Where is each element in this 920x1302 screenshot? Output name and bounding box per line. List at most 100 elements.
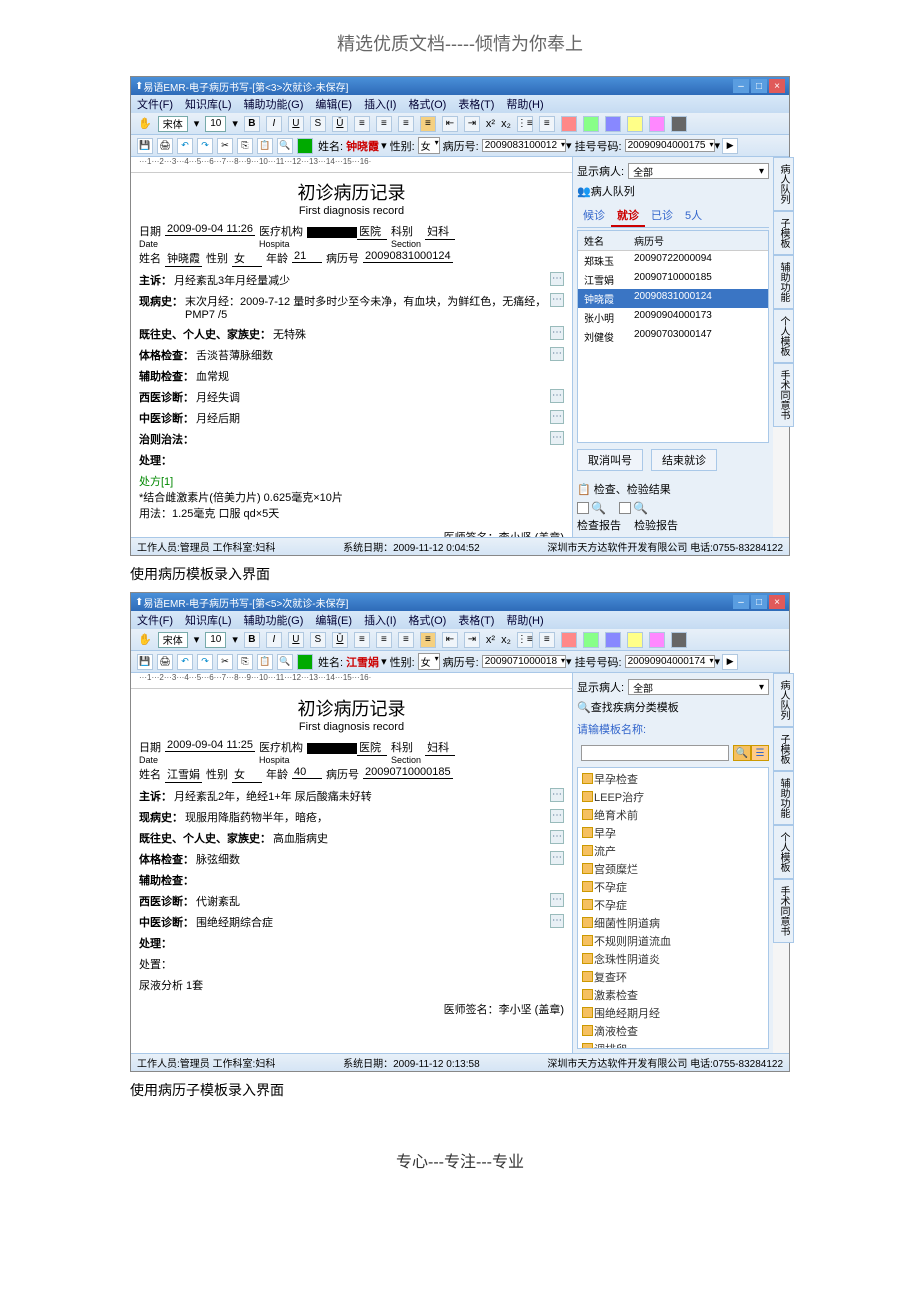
italic-button[interactable]: I: [266, 116, 282, 132]
menu-help[interactable]: 帮助(H): [500, 612, 549, 628]
expand-icon[interactable]: ⋯: [550, 293, 564, 307]
minimize-button[interactable]: –: [733, 79, 749, 93]
template-item[interactable]: 围绝经期月经: [580, 1004, 766, 1022]
cdx-v[interactable]: 月经后期: [194, 410, 550, 426]
list-item[interactable]: 钟晓霞20090831000124: [578, 289, 768, 308]
search-button[interactable]: 🔍: [733, 745, 751, 761]
underline2-button[interactable]: Ū: [332, 116, 348, 132]
menu-file[interactable]: 文件(F): [131, 612, 179, 628]
test-report[interactable]: 🔍: [619, 501, 648, 515]
font-size-select[interactable]: 10: [205, 116, 226, 132]
expand-icon[interactable]: ⋯: [550, 272, 564, 286]
c3[interactable]: [605, 632, 621, 648]
vtab-consent[interactable]: 手术同意书: [773, 879, 794, 943]
template-item[interactable]: 念珠性阴道炎: [580, 950, 766, 968]
list1-button[interactable]: ⋮≡: [517, 116, 533, 132]
expand-icon[interactable]: ⋯: [550, 389, 564, 403]
align-left-button[interactable]: ≡: [354, 116, 370, 132]
vtab-queue[interactable]: 病人队列: [773, 673, 794, 727]
c5[interactable]: [649, 632, 665, 648]
hand-icon[interactable]: ✋: [138, 633, 152, 646]
bg-icon[interactable]: [297, 654, 313, 670]
menu-help[interactable]: 帮助(H): [500, 96, 549, 112]
bg-icon[interactable]: [297, 138, 313, 154]
find-icon[interactable]: 🔍: [277, 654, 293, 670]
check-report[interactable]: 🔍: [577, 501, 606, 515]
align-left-button[interactable]: ≡: [354, 632, 370, 648]
menu-format[interactable]: 格式(O): [402, 96, 452, 112]
italic-button[interactable]: I: [266, 632, 282, 648]
vtab-queue[interactable]: 病人队列: [773, 157, 794, 211]
go-icon[interactable]: ▶: [722, 138, 738, 154]
sex-value[interactable]: 女: [418, 653, 440, 670]
save-icon[interactable]: 💾: [137, 138, 153, 154]
c6[interactable]: [671, 632, 687, 648]
list2-button[interactable]: ≡: [539, 632, 555, 648]
super-button[interactable]: x²: [486, 634, 495, 646]
redo-icon[interactable]: ↷: [197, 138, 213, 154]
past-v[interactable]: 无特殊: [271, 326, 550, 342]
print-icon[interactable]: 🖨: [157, 654, 173, 670]
vtab-subtpl[interactable]: 子模板: [773, 211, 794, 255]
tree-button[interactable]: ☰: [751, 745, 769, 761]
recno-value[interactable]: 2009083100012: [482, 139, 566, 152]
list1-button[interactable]: ⋮≡: [517, 632, 533, 648]
chief-v[interactable]: 月经紊乱2年，绝经1+年 尿后酸痛未好转: [172, 788, 550, 804]
template-item[interactable]: 激素检查: [580, 986, 766, 1004]
list2-button[interactable]: ≡: [539, 116, 555, 132]
go-icon[interactable]: ▶: [722, 654, 738, 670]
list-item[interactable]: 张小明20090904000173: [578, 308, 768, 327]
template-item[interactable]: 不孕症: [580, 878, 766, 896]
template-item[interactable]: 早孕检查: [580, 770, 766, 788]
color3-button[interactable]: [605, 116, 621, 132]
expand-icon[interactable]: ⋯: [550, 326, 564, 340]
color6-button[interactable]: [671, 116, 687, 132]
vtab-aux[interactable]: 辅助功能: [773, 255, 794, 309]
undo-icon[interactable]: ↶: [177, 138, 193, 154]
document[interactable]: 初诊病历记录 First diagnosis record 日期Date 200…: [131, 689, 572, 1053]
list-item[interactable]: 江雪娟20090710000185: [578, 270, 768, 289]
menu-edit[interactable]: 编辑(E): [309, 96, 358, 112]
minimize-button[interactable]: –: [733, 595, 749, 609]
paste-icon[interactable]: 📋: [257, 654, 273, 670]
redo-icon[interactable]: ↷: [197, 654, 213, 670]
template-item[interactable]: 不规则阴道流血: [580, 932, 766, 950]
expand-icon[interactable]: ⋯: [550, 851, 564, 865]
tab-seeing[interactable]: 就诊: [611, 205, 645, 227]
template-item[interactable]: 不孕症: [580, 896, 766, 914]
maximize-button[interactable]: □: [751, 79, 767, 93]
template-item[interactable]: 宫颈糜烂: [580, 860, 766, 878]
c1[interactable]: [561, 632, 577, 648]
indent-right-button[interactable]: ⇥: [464, 632, 480, 648]
cancel-call-button[interactable]: 取消叫号: [577, 449, 643, 471]
chief-v[interactable]: 月经紊乱3年月经量减少: [172, 272, 550, 288]
expand-icon[interactable]: ⋯: [550, 410, 564, 424]
document[interactable]: 初诊病历记录 First diagnosis record 日期Date 200…: [131, 173, 572, 537]
menu-insert[interactable]: 插入(I): [358, 96, 402, 112]
template-item[interactable]: LEEP治疗: [580, 788, 766, 806]
font-family-select[interactable]: 宋体: [158, 116, 188, 132]
menu-format[interactable]: 格式(O): [402, 612, 452, 628]
list-item[interactable]: 刘健俊20090703000147: [578, 327, 768, 346]
vtab-personal[interactable]: 个人模板: [773, 825, 794, 879]
template-search-input[interactable]: [581, 745, 729, 761]
pe-v[interactable]: 脉弦细数: [194, 851, 550, 867]
underline2-button[interactable]: Ū: [332, 632, 348, 648]
save-icon[interactable]: 💾: [137, 654, 153, 670]
align-justify-button[interactable]: ≡: [420, 632, 436, 648]
template-item[interactable]: 细菌性阴道病: [580, 914, 766, 932]
close-button[interactable]: ×: [769, 595, 785, 609]
paste-icon[interactable]: 📋: [257, 138, 273, 154]
template-item[interactable]: 早孕: [580, 824, 766, 842]
vtab-consent[interactable]: 手术同意书: [773, 363, 794, 427]
template-tree[interactable]: 早孕检查LEEP治疗绝育术前早孕流产宫颈糜烂不孕症不孕症细菌性阴道病不规则阴道流…: [577, 767, 769, 1049]
pe-v[interactable]: 舌淡苔薄脉细数: [194, 347, 550, 363]
menu-edit[interactable]: 编辑(E): [309, 612, 358, 628]
color4-button[interactable]: [627, 116, 643, 132]
expand-icon[interactable]: ⋯: [550, 431, 564, 445]
hpi-v[interactable]: 末次月经：2009-7-12 量时多时少至今未净，有血块，为鲜红色，无痛经，PM…: [183, 293, 550, 321]
menu-kb[interactable]: 知识库(L): [179, 612, 237, 628]
expand-icon[interactable]: ⋯: [550, 788, 564, 802]
bold-button[interactable]: B: [244, 116, 260, 132]
recno-value[interactable]: 2009071000018: [482, 655, 566, 668]
